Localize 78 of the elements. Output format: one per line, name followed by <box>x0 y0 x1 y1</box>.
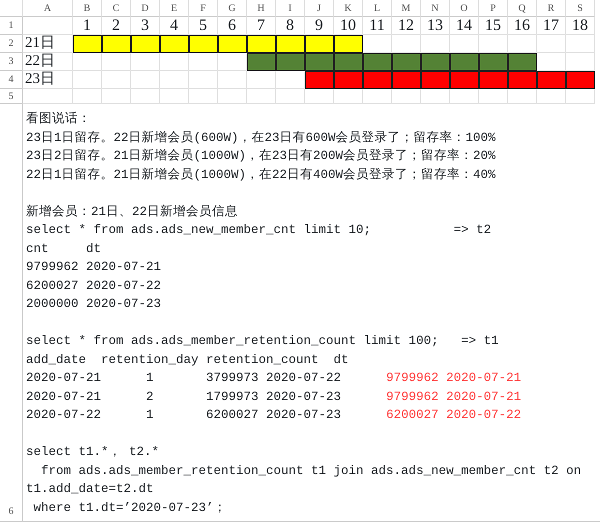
text-line: 2000000 2020-07-23 <box>26 296 162 313</box>
text-line: 23日2日留存。21日新增会员(1000W)，在23日有200W会员登录了；留存率：20% <box>26 148 496 165</box>
day-number: 16 <box>508 17 537 35</box>
text-line: where t1.dt=’2020-07-23’； <box>32 500 227 516</box>
text-line: 9799962 2020-07-21 <box>26 259 162 276</box>
table-cell <box>421 89 450 104</box>
table-cell <box>247 89 276 104</box>
column-header[interactable]: B <box>73 0 102 17</box>
text-line: 6200027 2020-07-22 <box>26 278 162 294</box>
column-header[interactable]: M <box>392 0 421 17</box>
table-cell <box>102 89 131 104</box>
row-header[interactable]: 2 <box>0 35 23 53</box>
column-header[interactable]: A <box>23 0 73 17</box>
table-cell <box>305 89 334 104</box>
row-header[interactable]: 3 <box>0 53 23 71</box>
text-line: 2020-07-21 1 3799973 2020-07-22 <box>26 370 342 387</box>
table-cell <box>334 89 363 104</box>
text-line: 看图说话： <box>26 110 91 128</box>
column-header[interactable]: P <box>479 0 508 17</box>
day-number: 14 <box>450 17 479 35</box>
table-cell <box>160 89 189 104</box>
table-cell <box>537 89 566 104</box>
day-number: 17 <box>537 17 566 35</box>
table-cell <box>392 89 421 104</box>
text-line: select * from ads.ads_member_retention_count limit 100; => t1 <box>26 333 499 350</box>
text-line: 23日1日留存。22日新增会员(600W)，在23日有600W会员登录了；留存率：100% <box>26 130 496 146</box>
column-header[interactable]: J <box>305 0 334 17</box>
table-cell <box>479 89 508 104</box>
table-cell <box>276 89 305 104</box>
day-number: 13 <box>421 17 450 35</box>
column-header[interactable]: H <box>247 0 276 17</box>
text-line: add_date retention_day retention_count dt <box>26 352 349 368</box>
column-header[interactable]: N <box>421 0 450 17</box>
table-cell <box>23 17 73 35</box>
day-number: 18 <box>566 17 595 35</box>
table-cell <box>363 89 392 104</box>
day-number: 11 <box>363 17 392 35</box>
table-cell <box>566 89 595 104</box>
column-header[interactable]: S <box>566 0 595 17</box>
column-header[interactable]: G <box>218 0 247 17</box>
column-header[interactable]: R <box>537 0 566 17</box>
table-cell <box>23 89 73 104</box>
row-label: 23日 <box>23 71 73 89</box>
column-header[interactable]: F <box>189 0 218 17</box>
text-line: cnt dt <box>26 240 102 258</box>
column-header[interactable]: E <box>160 0 189 17</box>
day-number: 15 <box>479 17 508 35</box>
column-header[interactable]: Q <box>508 0 537 17</box>
table-cell <box>131 89 160 104</box>
text-line: 22日1日留存。21日新增会员(1000W)，在22日有400W会员登录了；留存率：40% <box>26 166 496 184</box>
table-cell <box>73 89 102 104</box>
column-header[interactable]: K <box>334 0 363 17</box>
text-line: 新增会员：21日、22日新增会员信息 <box>26 204 238 220</box>
table-cell <box>218 89 247 104</box>
table-cell <box>508 89 537 104</box>
table-cell <box>450 89 479 104</box>
select-all-corner <box>0 0 23 17</box>
text-line: 2020-07-22 1 6200027 2020-07-23 <box>26 407 342 424</box>
row-header[interactable]: 4 <box>0 71 23 89</box>
column-header[interactable]: L <box>363 0 392 17</box>
highlighted-text: 9799962 2020-07-21 <box>386 388 522 406</box>
row-header[interactable]: 1 <box>0 17 23 35</box>
highlighted-text: 9799962 2020-07-21 <box>386 370 522 387</box>
text-line: t1.add_date=t2.dt <box>26 481 154 498</box>
column-header[interactable]: C <box>102 0 131 17</box>
text-line: 2020-07-21 2 1799973 2020-07-23 <box>26 388 342 406</box>
row-header[interactable]: 5 <box>0 89 23 104</box>
table-cell <box>189 89 218 104</box>
row-label: 22日 <box>23 53 73 71</box>
column-header[interactable]: I <box>276 0 305 17</box>
row-header[interactable]: 6 <box>0 104 23 522</box>
highlighted-text: 6200027 2020-07-22 <box>386 407 522 424</box>
column-header[interactable]: O <box>450 0 479 17</box>
day-number: 12 <box>392 17 421 35</box>
column-header[interactable]: D <box>131 0 160 17</box>
text-line: from ads.ads_member_retention_count t1 join ads.ads_new_member_cnt t2 on <box>40 462 582 480</box>
text-line: select * from ads.ads_new_member_cnt limit 10; => t2 <box>26 222 492 239</box>
text-line: select t1.*， t2.* <box>26 444 160 461</box>
